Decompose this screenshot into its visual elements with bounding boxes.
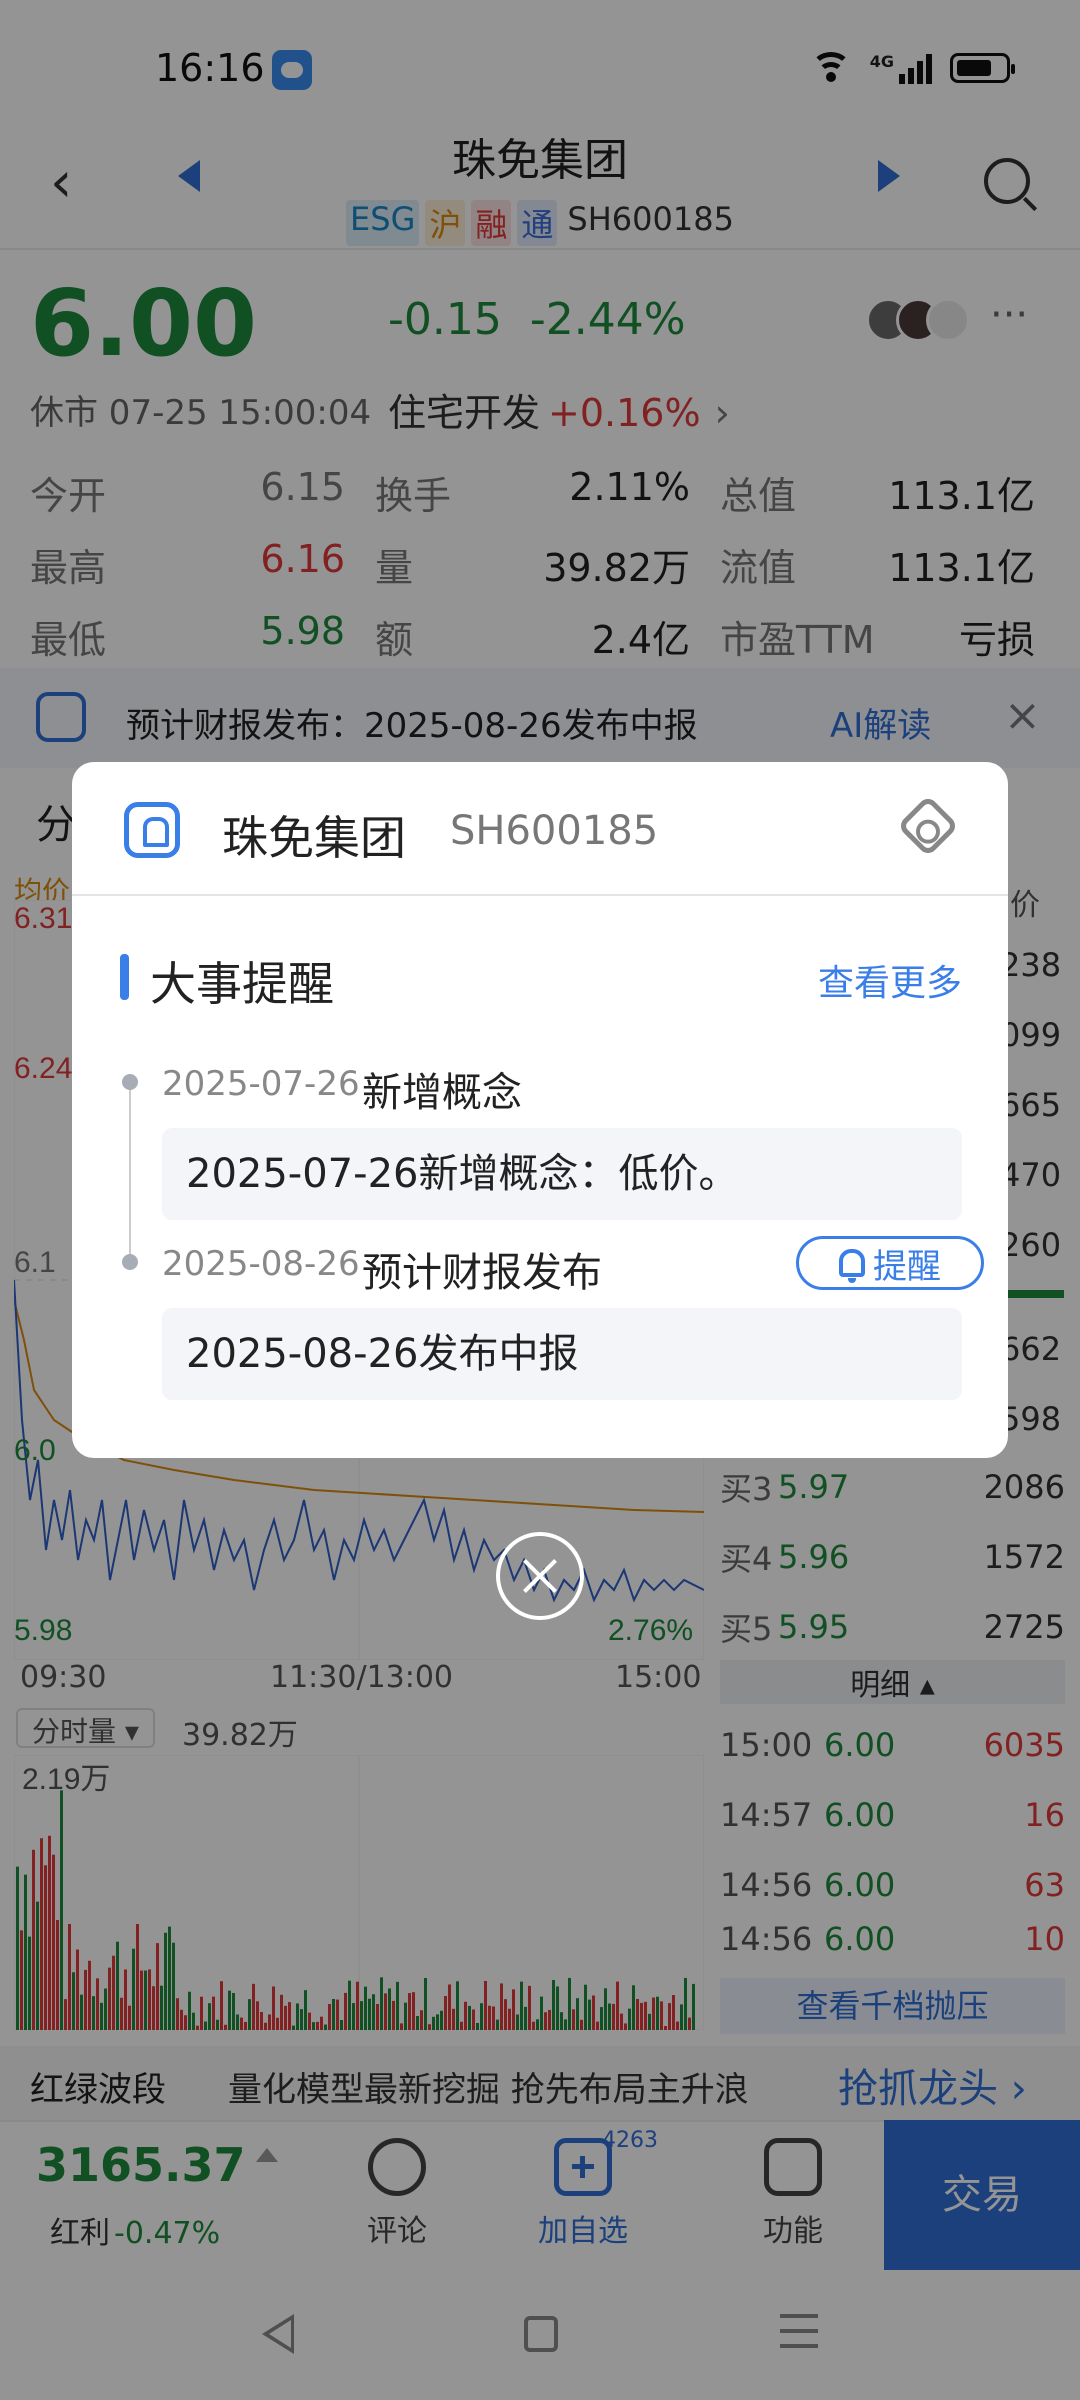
section-title: 大事提醒 [150, 957, 334, 1011]
see-more-link[interactable]: 查看更多 [818, 954, 962, 1006]
settings-icon[interactable] [896, 794, 960, 858]
close-modal-icon[interactable] [496, 1532, 584, 1620]
bell-icon [839, 1249, 865, 1283]
timeline-dot [122, 1254, 138, 1270]
modal-stock-code: SH600185 [450, 808, 659, 854]
event-detail[interactable]: 2025-07-26新增概念：低价。 [162, 1128, 962, 1220]
reminder-icon [124, 802, 180, 858]
remind-label: 提醒 [873, 1246, 941, 1287]
timeline-line [129, 1084, 131, 1264]
event-reminder-modal: 珠免集团 SH600185 大事提醒 查看更多 2025-07-26 新增概念 … [72, 762, 1008, 1458]
event-date: 2025-07-26 [162, 1064, 360, 1104]
event-date: 2025-08-26 [162, 1244, 360, 1284]
section-accent-bar [120, 954, 129, 1000]
modal-divider [72, 894, 1008, 896]
event-title: 预计财报发布 [362, 1250, 602, 1296]
remind-button[interactable]: 提醒 [796, 1236, 984, 1290]
timeline-dot [122, 1074, 138, 1090]
modal-stock-name: 珠免集团 [222, 811, 406, 865]
event-title: 新增概念 [362, 1070, 522, 1116]
event-detail[interactable]: 2025-08-26发布中报 [162, 1308, 962, 1400]
